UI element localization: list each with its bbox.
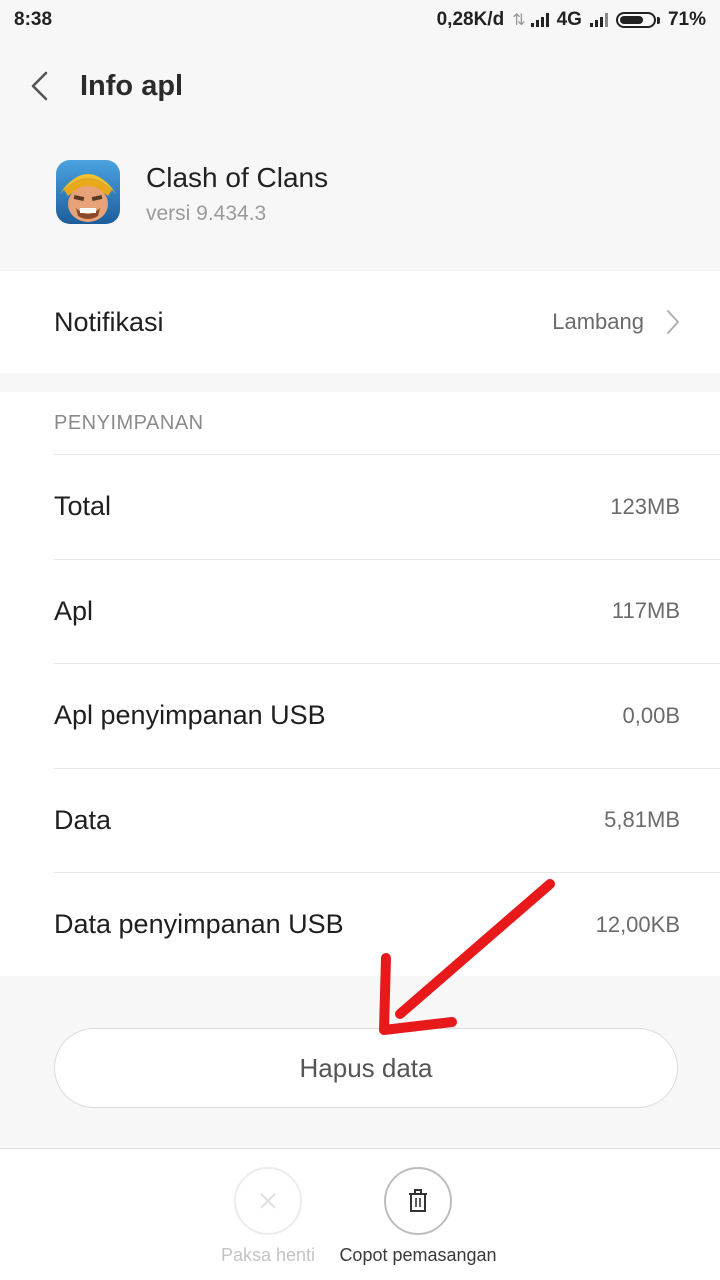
notifications-value: Lambang bbox=[552, 309, 644, 334]
bottom-action-bar: Paksa henti Copot pemasangan bbox=[0, 1148, 720, 1280]
storage-row-data-usb: Data penyimpanan USB 12,00KB bbox=[54, 872, 720, 977]
network-type: 4G bbox=[556, 9, 582, 30]
notifications-value-group: Lambang bbox=[552, 309, 680, 335]
force-stop-label: Paksa henti bbox=[220, 1245, 316, 1265]
storage-row-label: Apl penyimpanan USB bbox=[54, 700, 326, 731]
force-stop-button[interactable]: Paksa henti bbox=[216, 1167, 320, 1266]
chevron-right-icon bbox=[667, 310, 679, 334]
storage-row-value: 0,00B bbox=[622, 702, 681, 728]
storage-row-value: 5,81MB bbox=[604, 807, 680, 833]
battery-icon bbox=[615, 12, 660, 28]
status-icons: 0,28K/d ⇅ 4G 71% bbox=[437, 9, 706, 31]
storage-row-total: Total 123MB bbox=[54, 454, 720, 559]
clash-of-clans-app-icon bbox=[56, 160, 120, 224]
title-bar: Info apl bbox=[0, 40, 720, 132]
trash-icon bbox=[409, 1189, 427, 1212]
back-button[interactable] bbox=[0, 40, 80, 132]
storage-row-app: Apl 117MB bbox=[54, 558, 720, 664]
page-title: Info apl bbox=[80, 69, 184, 102]
chevron-left-icon bbox=[31, 71, 48, 101]
signal-icon-2 bbox=[589, 13, 608, 27]
storage-row-value: 117MB bbox=[611, 598, 680, 624]
network-speed: 0,28K/d bbox=[436, 9, 505, 30]
close-icon bbox=[260, 1193, 276, 1209]
uninstall-circle bbox=[384, 1167, 452, 1235]
storage-row-data: Data 5,81MB bbox=[54, 767, 720, 873]
storage-row-label: Data penyimpanan USB bbox=[54, 909, 344, 940]
app-version: versi 9.434.3 bbox=[146, 202, 267, 225]
storage-row-label: Total bbox=[54, 491, 112, 522]
app-header: Clash of Clans versi 9.434.3 bbox=[0, 132, 720, 270]
app-info-text: Clash of Clans versi 9.434.3 bbox=[146, 162, 328, 226]
status-bar: 8:38 0,28K/d ⇅ 4G 71% bbox=[0, 0, 720, 40]
data-transfer-icon: ⇅ bbox=[512, 12, 526, 29]
signal-icon bbox=[530, 13, 549, 27]
clear-data-button[interactable]: Hapus data bbox=[54, 1028, 678, 1108]
app-info-screen: 8:38 0,28K/d ⇅ 4G 71% Info apl Clash of … bbox=[0, 0, 720, 1280]
notifications-row[interactable]: Notifikasi Lambang bbox=[0, 271, 720, 373]
notifications-label: Notifikasi bbox=[54, 306, 164, 337]
storage-section: PENYIMPANAN Total 123MB Apl 117MB Apl pe… bbox=[0, 392, 720, 976]
storage-row-value: 123MB bbox=[610, 493, 680, 519]
storage-row-label: Data bbox=[54, 804, 112, 835]
storage-row-label: Apl bbox=[54, 595, 94, 626]
status-time: 8:38 bbox=[14, 9, 53, 30]
battery-percent: 71% bbox=[667, 9, 706, 30]
storage-row-value: 12,00KB bbox=[595, 911, 680, 937]
force-stop-circle bbox=[234, 1167, 302, 1235]
app-name: Clash of Clans bbox=[146, 162, 329, 193]
storage-header: PENYIMPANAN bbox=[54, 412, 204, 434]
storage-row-app-usb: Apl penyimpanan USB 0,00B bbox=[54, 663, 720, 768]
uninstall-button[interactable]: Copot pemasangan bbox=[330, 1167, 506, 1266]
uninstall-label: Copot pemasangan bbox=[339, 1245, 497, 1265]
